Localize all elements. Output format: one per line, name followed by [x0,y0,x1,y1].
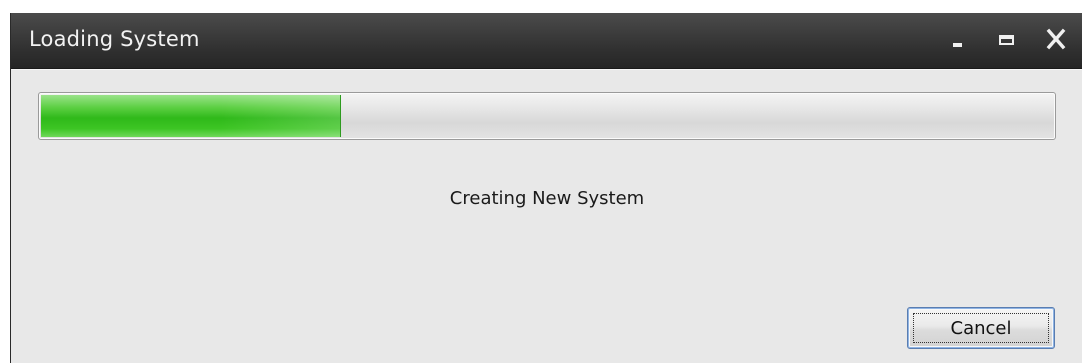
status-text: Creating New System [449,188,645,209]
dialog-content: Creating New System Cancel [11,69,1082,363]
maximize-icon [999,35,1014,45]
maximize-button[interactable] [993,23,1023,55]
title-bar[interactable]: Loading System [11,13,1082,69]
cancel-button-label: Cancel [913,313,1049,343]
close-button[interactable] [1041,23,1071,55]
progress-bar-fill [41,95,341,137]
minimize-icon [953,43,962,47]
loading-dialog: Loading System Creating New System Cance… [10,13,1082,363]
window-title: Loading System [29,27,200,51]
progress-bar [38,92,1056,140]
cancel-button[interactable]: Cancel [907,307,1055,349]
minimize-button[interactable] [943,23,973,55]
close-icon [1046,28,1066,50]
